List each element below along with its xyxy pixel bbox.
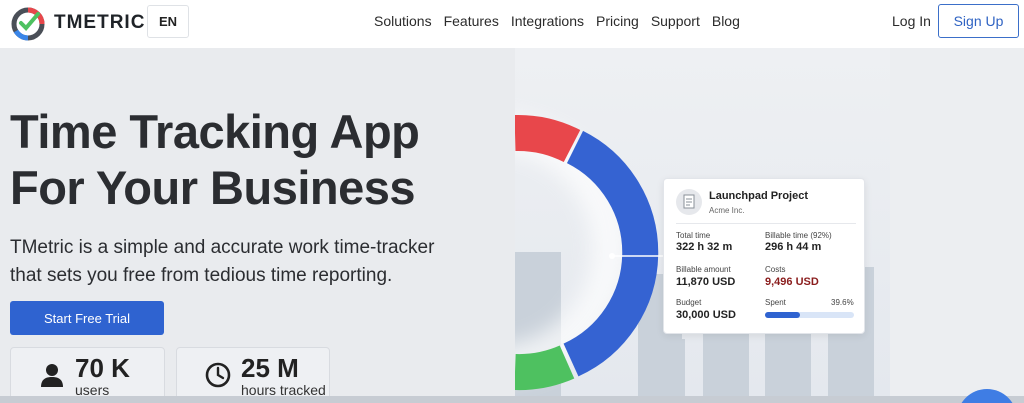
costs-label: Costs: [765, 265, 786, 274]
project-card: Launchpad Project Acme Inc. Total time 3…: [663, 178, 865, 334]
nav-blog[interactable]: Blog: [712, 13, 740, 29]
budget-value: 30,000 USD: [676, 309, 736, 321]
spent-progress-fill: [765, 312, 801, 318]
login-link[interactable]: Log In: [892, 13, 931, 29]
project-title: Launchpad Project: [709, 190, 809, 202]
card-divider: [676, 223, 856, 224]
nav-pricing[interactable]: Pricing: [596, 13, 639, 29]
bottom-strip: [0, 396, 1024, 403]
hero-subtitle-line-2: that sets you free from tedious time rep…: [10, 265, 393, 286]
hero-subtitle: TMetric is a simple and accurate work ti…: [10, 234, 510, 290]
tmetric-logo-icon[interactable]: [10, 5, 46, 41]
main-nav: Solutions Features Integrations Pricing …: [368, 13, 746, 29]
billable-time-label: Billable time (92%): [765, 231, 832, 240]
hero-title-line-2: For Your Business: [10, 161, 416, 214]
language-selector[interactable]: EN: [147, 5, 189, 38]
spent-label: Spent: [765, 298, 786, 307]
chart-bar-6: [643, 339, 685, 403]
clock-icon: [205, 362, 231, 388]
hero-subtitle-line-1: TMetric is a simple and accurate work ti…: [10, 237, 435, 258]
hero-title: Time Tracking App For Your Business: [10, 104, 420, 216]
nav-integrations[interactable]: Integrations: [511, 13, 584, 29]
billable-amount-label: Billable amount: [676, 265, 731, 274]
start-free-trial-button[interactable]: Start Free Trial: [10, 301, 164, 335]
stat-users-value: 70 K: [75, 353, 130, 383]
top-header: TMETRIC EN Solutions Features Integratio…: [0, 0, 1024, 48]
costs-value: 9,496 USD: [765, 276, 819, 288]
nav-support[interactable]: Support: [651, 13, 700, 29]
nav-features[interactable]: Features: [444, 13, 499, 29]
billable-amount-value: 11,870 USD: [676, 276, 736, 288]
billable-time-value: 296 h 44 m: [765, 241, 822, 253]
stat-users: 70 K users: [10, 347, 165, 403]
document-icon: [676, 189, 702, 215]
spent-progress-bar: [765, 312, 854, 318]
brand-name[interactable]: TMETRIC: [54, 12, 145, 34]
signup-button[interactable]: Sign Up: [938, 4, 1019, 38]
nav-solutions[interactable]: Solutions: [374, 13, 432, 29]
donut-segment-green: [515, 345, 575, 391]
hero-title-line-1: Time Tracking App: [10, 105, 420, 158]
hero-edge-bg: [890, 48, 1024, 403]
stat-hours: 25 M hours tracked: [176, 347, 330, 403]
donut-segment-red: [515, 114, 581, 163]
project-client: Acme Inc.: [709, 206, 745, 215]
spent-percent: 39.6%: [831, 298, 854, 307]
total-time-value: 322 h 32 m: [676, 241, 733, 253]
total-time-label: Total time: [676, 231, 711, 240]
connector-dot: [609, 253, 615, 259]
user-icon: [41, 364, 63, 387]
budget-label: Budget: [676, 298, 702, 307]
stat-hours-value: 25 M: [241, 353, 299, 383]
